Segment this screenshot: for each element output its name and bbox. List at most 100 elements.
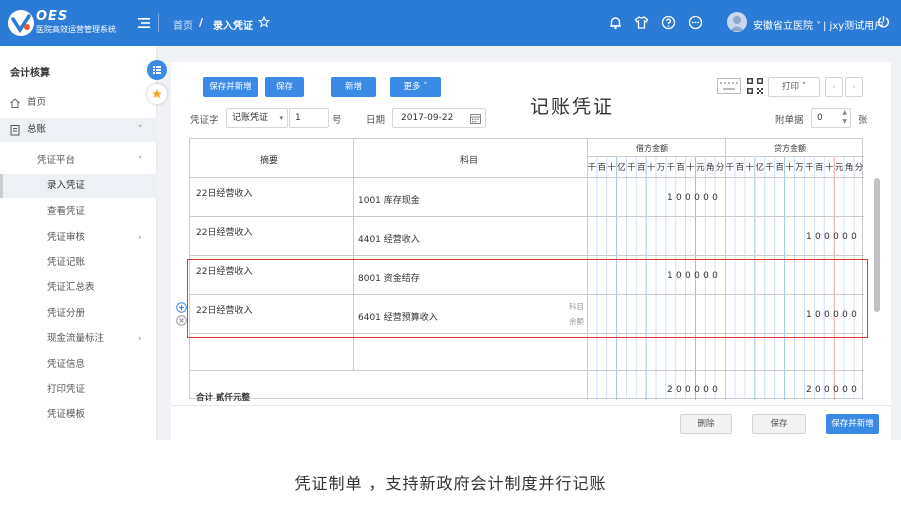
digit-header-credit: 分 — [854, 163, 864, 173]
sidebar-item-label: 录入凭证 — [47, 180, 86, 191]
header-divider — [587, 156, 864, 157]
breadcrumb-home[interactable]: 首页 — [173, 17, 193, 32]
header-divider — [158, 14, 159, 32]
sidebar-item-cashflow-tagging[interactable]: 现金流量标注 › — [0, 327, 157, 351]
chevron-right-icon: › — [138, 233, 142, 243]
account-header: 科目 — [460, 156, 479, 166]
sidebar-item-voucher-platform[interactable]: 凭证平台 ˅ — [0, 149, 157, 173]
add-row-icon[interactable] — [176, 302, 187, 313]
digit-header-debit: 亿 — [617, 163, 626, 173]
sidebar-item-voucher-template[interactable]: 凭证模板 — [0, 403, 157, 427]
stepper-arrows-icon[interactable]: ▲ ▼ — [842, 108, 847, 126]
qrcode-icon[interactable] — [746, 77, 764, 95]
sidebar-item-label: 凭证汇总表 — [47, 282, 95, 293]
sidebar-item-label: 凭证信息 — [47, 359, 86, 370]
sidebar-item-voucher-review[interactable]: 凭证审核 › — [0, 226, 157, 250]
active-indicator — [0, 174, 3, 198]
sidebar-item-voucher-summary[interactable]: 凭证汇总表 — [0, 276, 157, 300]
oes-logo-icon — [8, 10, 34, 36]
date-input[interactable]: 2017-09-22 — [392, 108, 486, 128]
help-icon[interactable] — [661, 15, 676, 30]
sidebar-item-label: 查看凭证 — [47, 206, 86, 217]
sidebar-grid-toggle[interactable] — [147, 60, 167, 80]
home-icon — [10, 98, 20, 108]
sidebar-item-voucher-info[interactable]: 凭证信息 — [0, 353, 157, 377]
row-1-account[interactable]: 1001 库存现金 — [358, 193, 420, 206]
row-divider — [190, 177, 864, 178]
digit-header-debit: 十 — [607, 163, 616, 173]
breadcrumb-separator: / — [199, 16, 204, 29]
message-icon[interactable] — [688, 15, 703, 30]
digit-header-credit: 百 — [775, 163, 784, 173]
digit-header-credit: 千 — [805, 163, 814, 173]
print-dropdown[interactable]: 打印 ˅ — [768, 77, 820, 97]
footer-save-and-new-button[interactable]: 保存并新增 — [826, 414, 879, 434]
attachment-count-input[interactable]: 0 ▲ ▼ — [811, 108, 851, 128]
sidebar-item-voucher-posting[interactable]: 凭证记账 — [0, 251, 157, 275]
digit-header-credit: 千 — [765, 163, 774, 173]
bell-icon[interactable] — [608, 15, 623, 30]
attachment-unit-label: 张 — [858, 115, 868, 126]
digit-header-debit: 百 — [676, 163, 685, 173]
row-divider — [190, 370, 864, 371]
sidebar: 会计核算 首页 总账 ˅ 凭证平台 ˅ 录入凭证 查看凭证 凭证审核 › 凭证记… — [0, 46, 167, 440]
sidebar-item-label: 凭证记账 — [47, 257, 86, 268]
next-voucher-button[interactable]: › — [845, 77, 863, 97]
hospital-selector[interactable]: 安徽省立医院 ˅ — [753, 17, 821, 32]
brand-name: OES — [36, 9, 69, 24]
voucher-title: 记账凭证 — [530, 96, 615, 118]
shirt-icon[interactable] — [634, 15, 649, 30]
number-unit-label: 号 — [332, 115, 342, 126]
user-avatar[interactable] — [727, 12, 747, 32]
sidebar-item-view-voucher[interactable]: 查看凭证 — [0, 200, 157, 224]
new-button[interactable]: 新增 — [331, 77, 376, 97]
voucher-word-select[interactable]: 记账凭证 ▾ — [226, 108, 288, 128]
date-label: 日期 — [366, 115, 386, 126]
calendar-icon[interactable] — [470, 113, 481, 124]
keyboard-icon[interactable] — [717, 78, 741, 94]
footer-save-button[interactable]: 保存 — [752, 414, 806, 434]
voucher-word-label: 凭证字 — [190, 115, 219, 126]
sidebar-item-enter-voucher[interactable]: 录入凭证 — [0, 174, 157, 198]
avatar-person-icon — [730, 16, 744, 31]
list-icon — [153, 66, 161, 74]
row-divider — [190, 255, 864, 256]
sidebar-item-general-ledger[interactable]: 总账 ˅ — [0, 118, 157, 142]
digit-header-debit: 元 — [696, 163, 705, 173]
total-credit: 200000 — [806, 385, 861, 395]
voucher-number-input[interactable]: 1 — [289, 108, 329, 128]
sidebar-item-home[interactable]: 首页 — [0, 91, 157, 115]
digit-header-credit: 万 — [795, 163, 804, 173]
save-and-new-button[interactable]: 保存并新增 — [203, 77, 258, 97]
top-header: OES 医院高效运营管理系统 首页 / 录入凭证 安徽省立医院 ˅ | jxy测… — [0, 0, 901, 46]
prev-voucher-button[interactable]: ‹ — [825, 77, 843, 97]
user-name[interactable]: | jxy测试用户 — [823, 17, 884, 32]
favorite-star-icon[interactable] — [258, 16, 270, 28]
row-2-credit[interactable]: 100000 — [806, 232, 860, 242]
caret-down-icon: ▾ — [279, 114, 283, 122]
sidebar-item-label: 凭证审核 — [47, 232, 86, 243]
digit-header-debit: 分 — [715, 163, 725, 173]
more-dropdown[interactable]: 更多 ˅ — [390, 77, 441, 97]
digit-header-debit: 千 — [587, 163, 597, 173]
sidebar-item-voucher-volumes[interactable]: 凭证分册 — [0, 302, 157, 326]
voucher-word-value: 记账凭证 — [232, 113, 269, 123]
logout-power-icon[interactable] — [877, 15, 890, 28]
sidebar-item-label: 现金流量标注 — [47, 333, 105, 344]
save-button[interactable]: 保存 — [265, 77, 304, 97]
attachment-count-value: 0 — [817, 113, 823, 123]
delete-button[interactable]: 删除 — [680, 414, 732, 434]
vertical-scrollbar[interactable] — [874, 178, 880, 312]
menu-toggle-icon[interactable] — [137, 16, 151, 30]
row-2-account[interactable]: 4401 经营收入 — [358, 232, 420, 245]
sidebar-item-label: 首页 — [27, 97, 47, 108]
remove-row-icon[interactable] — [176, 315, 187, 326]
digit-header-credit: 百 — [815, 163, 824, 173]
row-2-summary[interactable]: 22日经营收入 — [196, 225, 252, 238]
sidebar-item-print-voucher[interactable]: 打印凭证 — [0, 378, 157, 402]
total-debit: 200000 — [667, 385, 722, 395]
brand-subtitle: 医院高效运营管理系统 — [36, 25, 116, 34]
row-1-debit[interactable]: 100000 — [667, 193, 721, 203]
digit-header-credit: 千 — [725, 163, 735, 173]
row-1-summary[interactable]: 22日经营收入 — [196, 186, 252, 199]
